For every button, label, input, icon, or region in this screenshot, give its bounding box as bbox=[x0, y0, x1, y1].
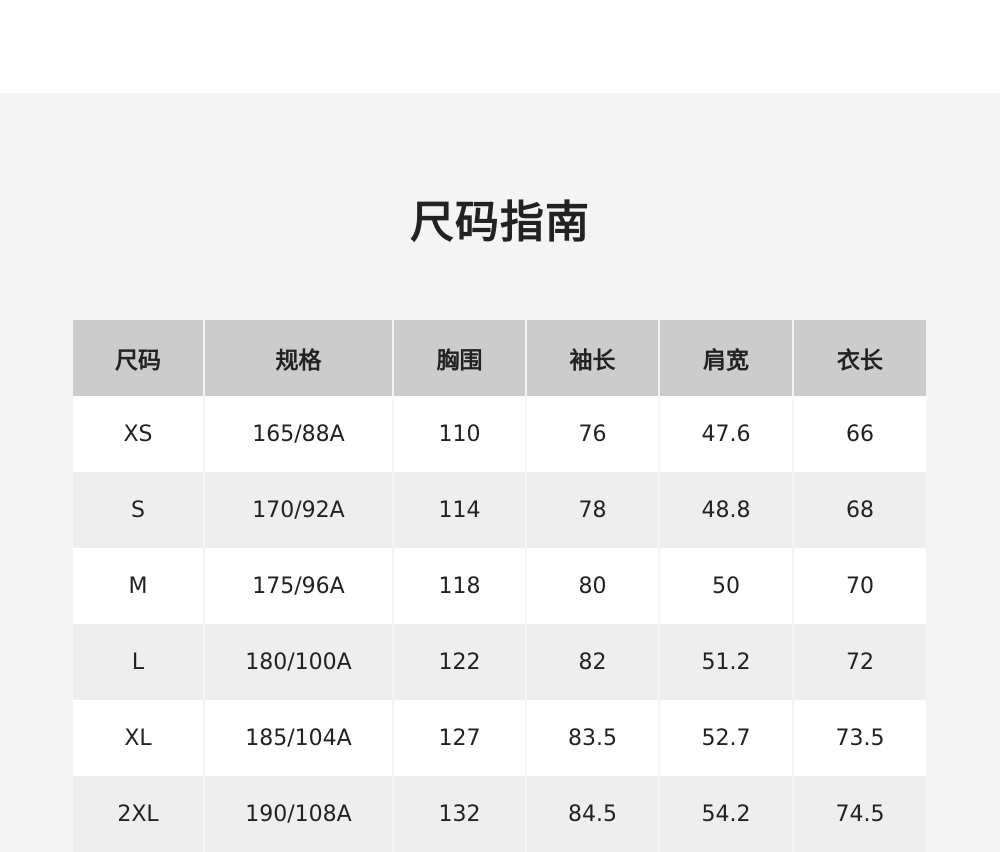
header-sleeve: 袖长 bbox=[526, 320, 660, 396]
cell-shoulder: 54.2 bbox=[659, 776, 794, 852]
table-row: M 175/96A 118 80 50 70 bbox=[73, 548, 926, 624]
cell-sleeve: 76 bbox=[526, 396, 660, 472]
header-chest: 胸围 bbox=[393, 320, 527, 396]
cell-size: 2XL bbox=[73, 776, 205, 852]
cell-chest: 132 bbox=[393, 776, 527, 852]
cell-spec: 180/100A bbox=[204, 624, 394, 700]
header-length: 衣长 bbox=[793, 320, 926, 396]
cell-chest: 118 bbox=[393, 548, 527, 624]
cell-spec: 190/108A bbox=[204, 776, 394, 852]
cell-length: 70 bbox=[793, 548, 926, 624]
size-table: 尺码 规格 胸围 袖长 肩宽 衣长 XS 165/88A 110 76 47.6… bbox=[73, 320, 926, 852]
table-row: 2XL 190/108A 132 84.5 54.2 74.5 bbox=[73, 776, 926, 852]
cell-chest: 127 bbox=[393, 700, 527, 776]
header-size: 尺码 bbox=[73, 320, 205, 396]
table-row: XS 165/88A 110 76 47.6 66 bbox=[73, 396, 926, 472]
cell-sleeve: 83.5 bbox=[526, 700, 660, 776]
cell-size: S bbox=[73, 472, 205, 548]
cell-length: 74.5 bbox=[793, 776, 926, 852]
cell-spec: 185/104A bbox=[204, 700, 394, 776]
cell-size: XL bbox=[73, 700, 205, 776]
header-shoulder: 肩宽 bbox=[659, 320, 794, 396]
cell-length: 68 bbox=[793, 472, 926, 548]
table-row: L 180/100A 122 82 51.2 72 bbox=[73, 624, 926, 700]
cell-length: 72 bbox=[793, 624, 926, 700]
cell-spec: 175/96A bbox=[204, 548, 394, 624]
cell-sleeve: 82 bbox=[526, 624, 660, 700]
header-spec: 规格 bbox=[204, 320, 394, 396]
table-row: XL 185/104A 127 83.5 52.7 73.5 bbox=[73, 700, 926, 776]
size-guide-section: 尺码指南 尺码 规格 胸围 袖长 肩宽 衣长 XS 165/88A 110 76… bbox=[0, 93, 1000, 852]
page-title: 尺码指南 bbox=[410, 197, 590, 248]
cell-shoulder: 51.2 bbox=[659, 624, 794, 700]
cell-sleeve: 84.5 bbox=[526, 776, 660, 852]
cell-size: L bbox=[73, 624, 205, 700]
cell-length: 73.5 bbox=[793, 700, 926, 776]
cell-spec: 170/92A bbox=[204, 472, 394, 548]
table-header-row: 尺码 规格 胸围 袖长 肩宽 衣长 bbox=[73, 320, 926, 396]
top-band bbox=[0, 0, 1000, 93]
cell-shoulder: 52.7 bbox=[659, 700, 794, 776]
cell-shoulder: 50 bbox=[659, 548, 794, 624]
table-row: S 170/92A 114 78 48.8 68 bbox=[73, 472, 926, 548]
cell-chest: 110 bbox=[393, 396, 527, 472]
cell-length: 66 bbox=[793, 396, 926, 472]
cell-chest: 114 bbox=[393, 472, 527, 548]
cell-size: XS bbox=[73, 396, 205, 472]
cell-size: M bbox=[73, 548, 205, 624]
cell-sleeve: 78 bbox=[526, 472, 660, 548]
cell-chest: 122 bbox=[393, 624, 527, 700]
cell-shoulder: 48.8 bbox=[659, 472, 794, 548]
cell-spec: 165/88A bbox=[204, 396, 394, 472]
cell-sleeve: 80 bbox=[526, 548, 660, 624]
cell-shoulder: 47.6 bbox=[659, 396, 794, 472]
